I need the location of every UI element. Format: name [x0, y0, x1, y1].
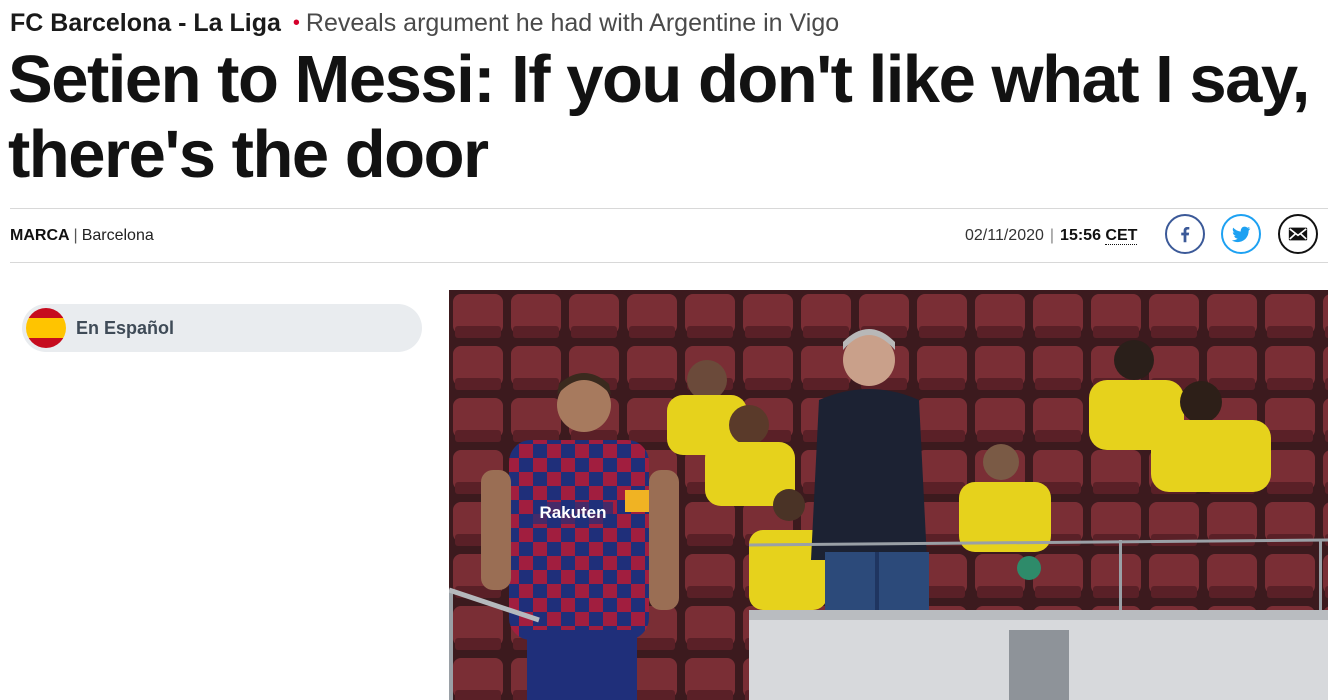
section-link[interactable]: FC Barcelona - La Liga	[10, 9, 281, 37]
article-kicker: FC Barcelona - La Liga • Reveals argument …	[10, 6, 839, 42]
byline-location: Barcelona	[81, 227, 154, 244]
language-switch-label: En Español	[76, 317, 175, 338]
twitter-icon	[1231, 226, 1251, 243]
share-email-button[interactable]	[1278, 214, 1318, 254]
dateline-separator: |	[1049, 227, 1055, 244]
article-subtitle: Reveals argument he had with Argentine i…	[305, 9, 840, 37]
email-icon	[1288, 227, 1308, 241]
jersey-sponsor-text: Rakuten	[539, 503, 606, 522]
share-twitter-button[interactable]	[1221, 214, 1261, 254]
article-headline: Setien to Messi: If you don't like what …	[8, 42, 1310, 192]
language-switch-button[interactable]: En Español	[22, 304, 422, 352]
publish-time: 15:56	[1060, 227, 1101, 244]
spain-flag-icon	[26, 308, 66, 348]
timezone: CET	[1105, 227, 1138, 245]
facebook-icon	[1181, 226, 1190, 243]
article-main-photo[interactable]: Rakuten	[449, 290, 1328, 700]
photo-illustration: Rakuten	[449, 290, 1328, 700]
publish-date: 02/11/2020	[965, 227, 1044, 244]
dateline: 02/11/2020 | 15:56 CET	[965, 226, 1138, 246]
divider-top	[10, 208, 1328, 209]
byline-separator: |	[73, 227, 78, 244]
byline: MARCA | Barcelona	[10, 226, 154, 246]
byline-source: MARCA	[10, 227, 70, 244]
share-facebook-button[interactable]	[1165, 214, 1205, 254]
kicker-bullet: •	[292, 12, 300, 34]
article-page: FC Barcelona - La Liga • Reveals argument …	[0, 0, 1328, 700]
divider-bottom	[10, 262, 1328, 263]
